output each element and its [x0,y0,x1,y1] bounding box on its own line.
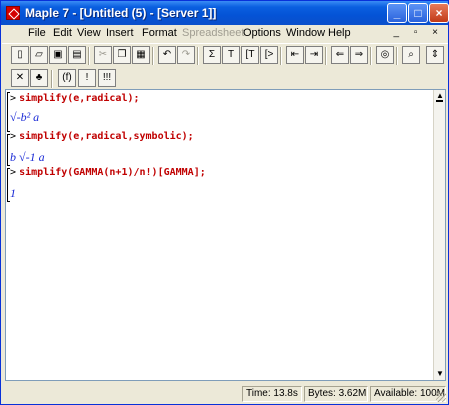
menu-view[interactable]: View [77,27,101,39]
status-bar: Time: 13.8s Bytes: 3.62M Available: 100M [2,384,448,404]
new-file-icon[interactable]: ▯ [11,46,29,64]
execute-all-button[interactable]: !!! [98,69,116,87]
document-window-controls[interactable]: _ ▫ × [393,27,444,38]
scroll-position-marker[interactable] [436,100,443,102]
scroll-down-arrow-icon[interactable]: ▼ [435,369,445,379]
open-folder-icon[interactable]: ▱ [30,46,48,64]
menu-edit[interactable]: Edit [53,27,72,39]
prompt-symbol: > [10,131,17,142]
toolbar-separator [325,47,327,65]
minimize-button[interactable]: _ [387,3,407,23]
toolbar-separator [152,47,154,65]
prompt-symbol: > [10,93,17,104]
menu-bar: File Edit View Insert Format Spreadsheet… [2,25,448,43]
output-line: b √-1 a [10,150,45,164]
redo-icon[interactable]: ↷ [177,46,195,64]
insert-text-button[interactable]: T [222,46,240,64]
print-icon[interactable]: ▤ [68,46,86,64]
maple-leaf-icon[interactable]: ♣ [30,69,48,87]
input-command[interactable]: simplify(GAMMA(n+1)/n!)[GAMMA]; [19,167,206,178]
menu-window[interactable]: Window [286,27,325,39]
undo-icon[interactable]: ↶ [158,46,176,64]
insert-prompt-button[interactable]: [> [260,46,278,64]
toolbar-separator [88,47,90,65]
status-bytes: Bytes: 3.62M [304,386,368,402]
input-command[interactable]: simplify(e,radical,symbolic); [19,131,194,142]
insert-math-button[interactable]: Σ [203,46,221,64]
toolbar-separator [396,47,398,65]
toolbar-separator [370,47,372,65]
window-title: Maple 7 - [Untitled (5) - [Server 1]] [25,6,217,20]
cut-icon[interactable]: ✂ [94,46,112,64]
stop-icon[interactable]: ◎ [376,46,394,64]
menu-options[interactable]: Options [243,27,281,39]
back-arrow-icon[interactable]: ⇐ [331,46,349,64]
menu-help[interactable]: Help [328,27,351,39]
toggle-input-icon[interactable]: ✕ [11,69,29,87]
menu-format[interactable]: Format [142,27,177,39]
zoom-icon[interactable]: ⌕ [402,46,420,64]
input-line[interactable]: > simplify(GAMMA(n+1)/n!)[GAMMA]; [10,166,206,178]
worksheet[interactable]: > simplify(e,radical); √-b² a > simplify… [5,89,446,381]
input-line[interactable]: > simplify(e,radical); [10,92,140,104]
menu-spreadsheet: Spreadsheet [182,27,245,39]
input-line[interactable]: > simplify(e,radical,symbolic); [10,130,194,142]
context-toolbar: ✕ ♣ (f) ! !!! [2,67,448,89]
maple-window: Maple 7 - [Untitled (5) - [Server 1]] _ … [0,0,449,405]
paste-icon[interactable]: ▦ [132,46,150,64]
indent-icon[interactable]: ⇥ [305,46,323,64]
zoom-stepper-icon[interactable]: ⇕ [426,46,444,64]
menu-insert[interactable]: Insert [106,27,134,39]
outdent-icon[interactable]: ⇤ [286,46,304,64]
main-toolbar: ▯ ▱ ▣ ▤ ✂ ❐ ▦ ↶ ↷ Σ T [T [> ⇤ ⇥ ⇐ ⇒ ◎ ⌕ … [2,43,448,67]
forward-arrow-icon[interactable]: ⇒ [350,46,368,64]
input-command[interactable]: simplify(e,radical); [19,93,139,104]
toolbar-separator [280,47,282,65]
maximize-button[interactable]: □ [408,3,428,23]
title-bar[interactable]: Maple 7 - [Untitled (5) - [Server 1]] _ … [1,1,449,25]
close-button[interactable]: × [429,3,449,23]
resize-grip-icon[interactable] [436,392,446,402]
vertical-scrollbar[interactable]: ▲ ▼ [433,90,445,380]
insert-math-text-button[interactable]: [T [241,46,259,64]
toolbar-separator [197,47,199,65]
execute-button[interactable]: ! [78,69,96,87]
toolbar-separator [51,70,53,88]
output-line: 1 [10,186,16,200]
save-disk-icon[interactable]: ▣ [49,46,67,64]
maple-app-icon[interactable] [6,6,20,20]
copy-icon[interactable]: ❐ [113,46,131,64]
status-time: Time: 13.8s [242,386,302,402]
prompt-symbol: > [10,167,17,178]
output-line: √-b² a [10,110,40,124]
status-available: Available: 100M [370,386,446,402]
function-button[interactable]: (f) [58,69,76,87]
menu-file[interactable]: File [28,27,46,39]
